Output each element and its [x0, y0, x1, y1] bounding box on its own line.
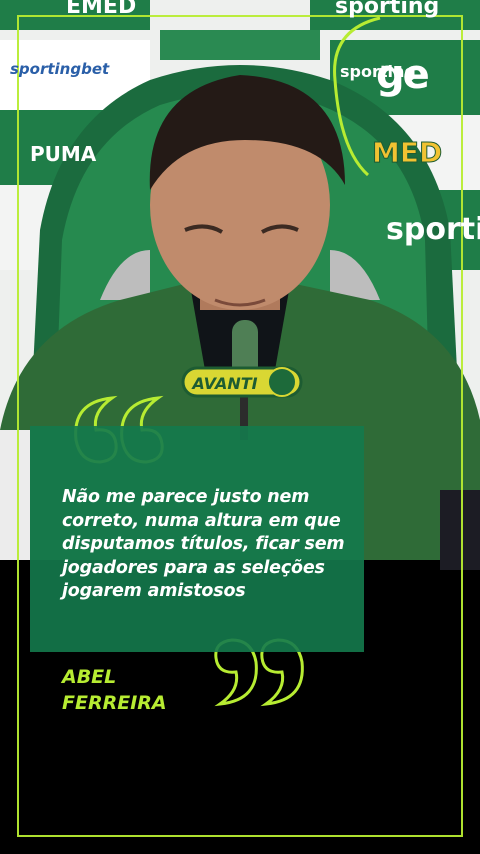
author-first-name: ABEL — [62, 666, 117, 688]
quote-text: Não me parece justo nem correto, numa al… — [62, 487, 345, 601]
quote-author: ABEL FERREIRA — [62, 664, 222, 716]
video-frame: AVANTI EMED sporting sportingbet PUMA sp… — [0, 0, 480, 854]
sign-sporting-top: sporting — [335, 0, 440, 19]
sign-puma: PUMA — [30, 142, 97, 166]
author-last-name: FERREIRA — [62, 692, 167, 714]
sign-med: MED — [371, 136, 443, 170]
avanti-badge-text: AVANTI — [190, 374, 257, 393]
ge-logo: ge — [376, 52, 430, 98]
sign-sportingbet: sportingbet — [10, 60, 110, 78]
sign-emed: EMED — [66, 0, 137, 19]
sign-sportin: sportin — [386, 212, 480, 247]
